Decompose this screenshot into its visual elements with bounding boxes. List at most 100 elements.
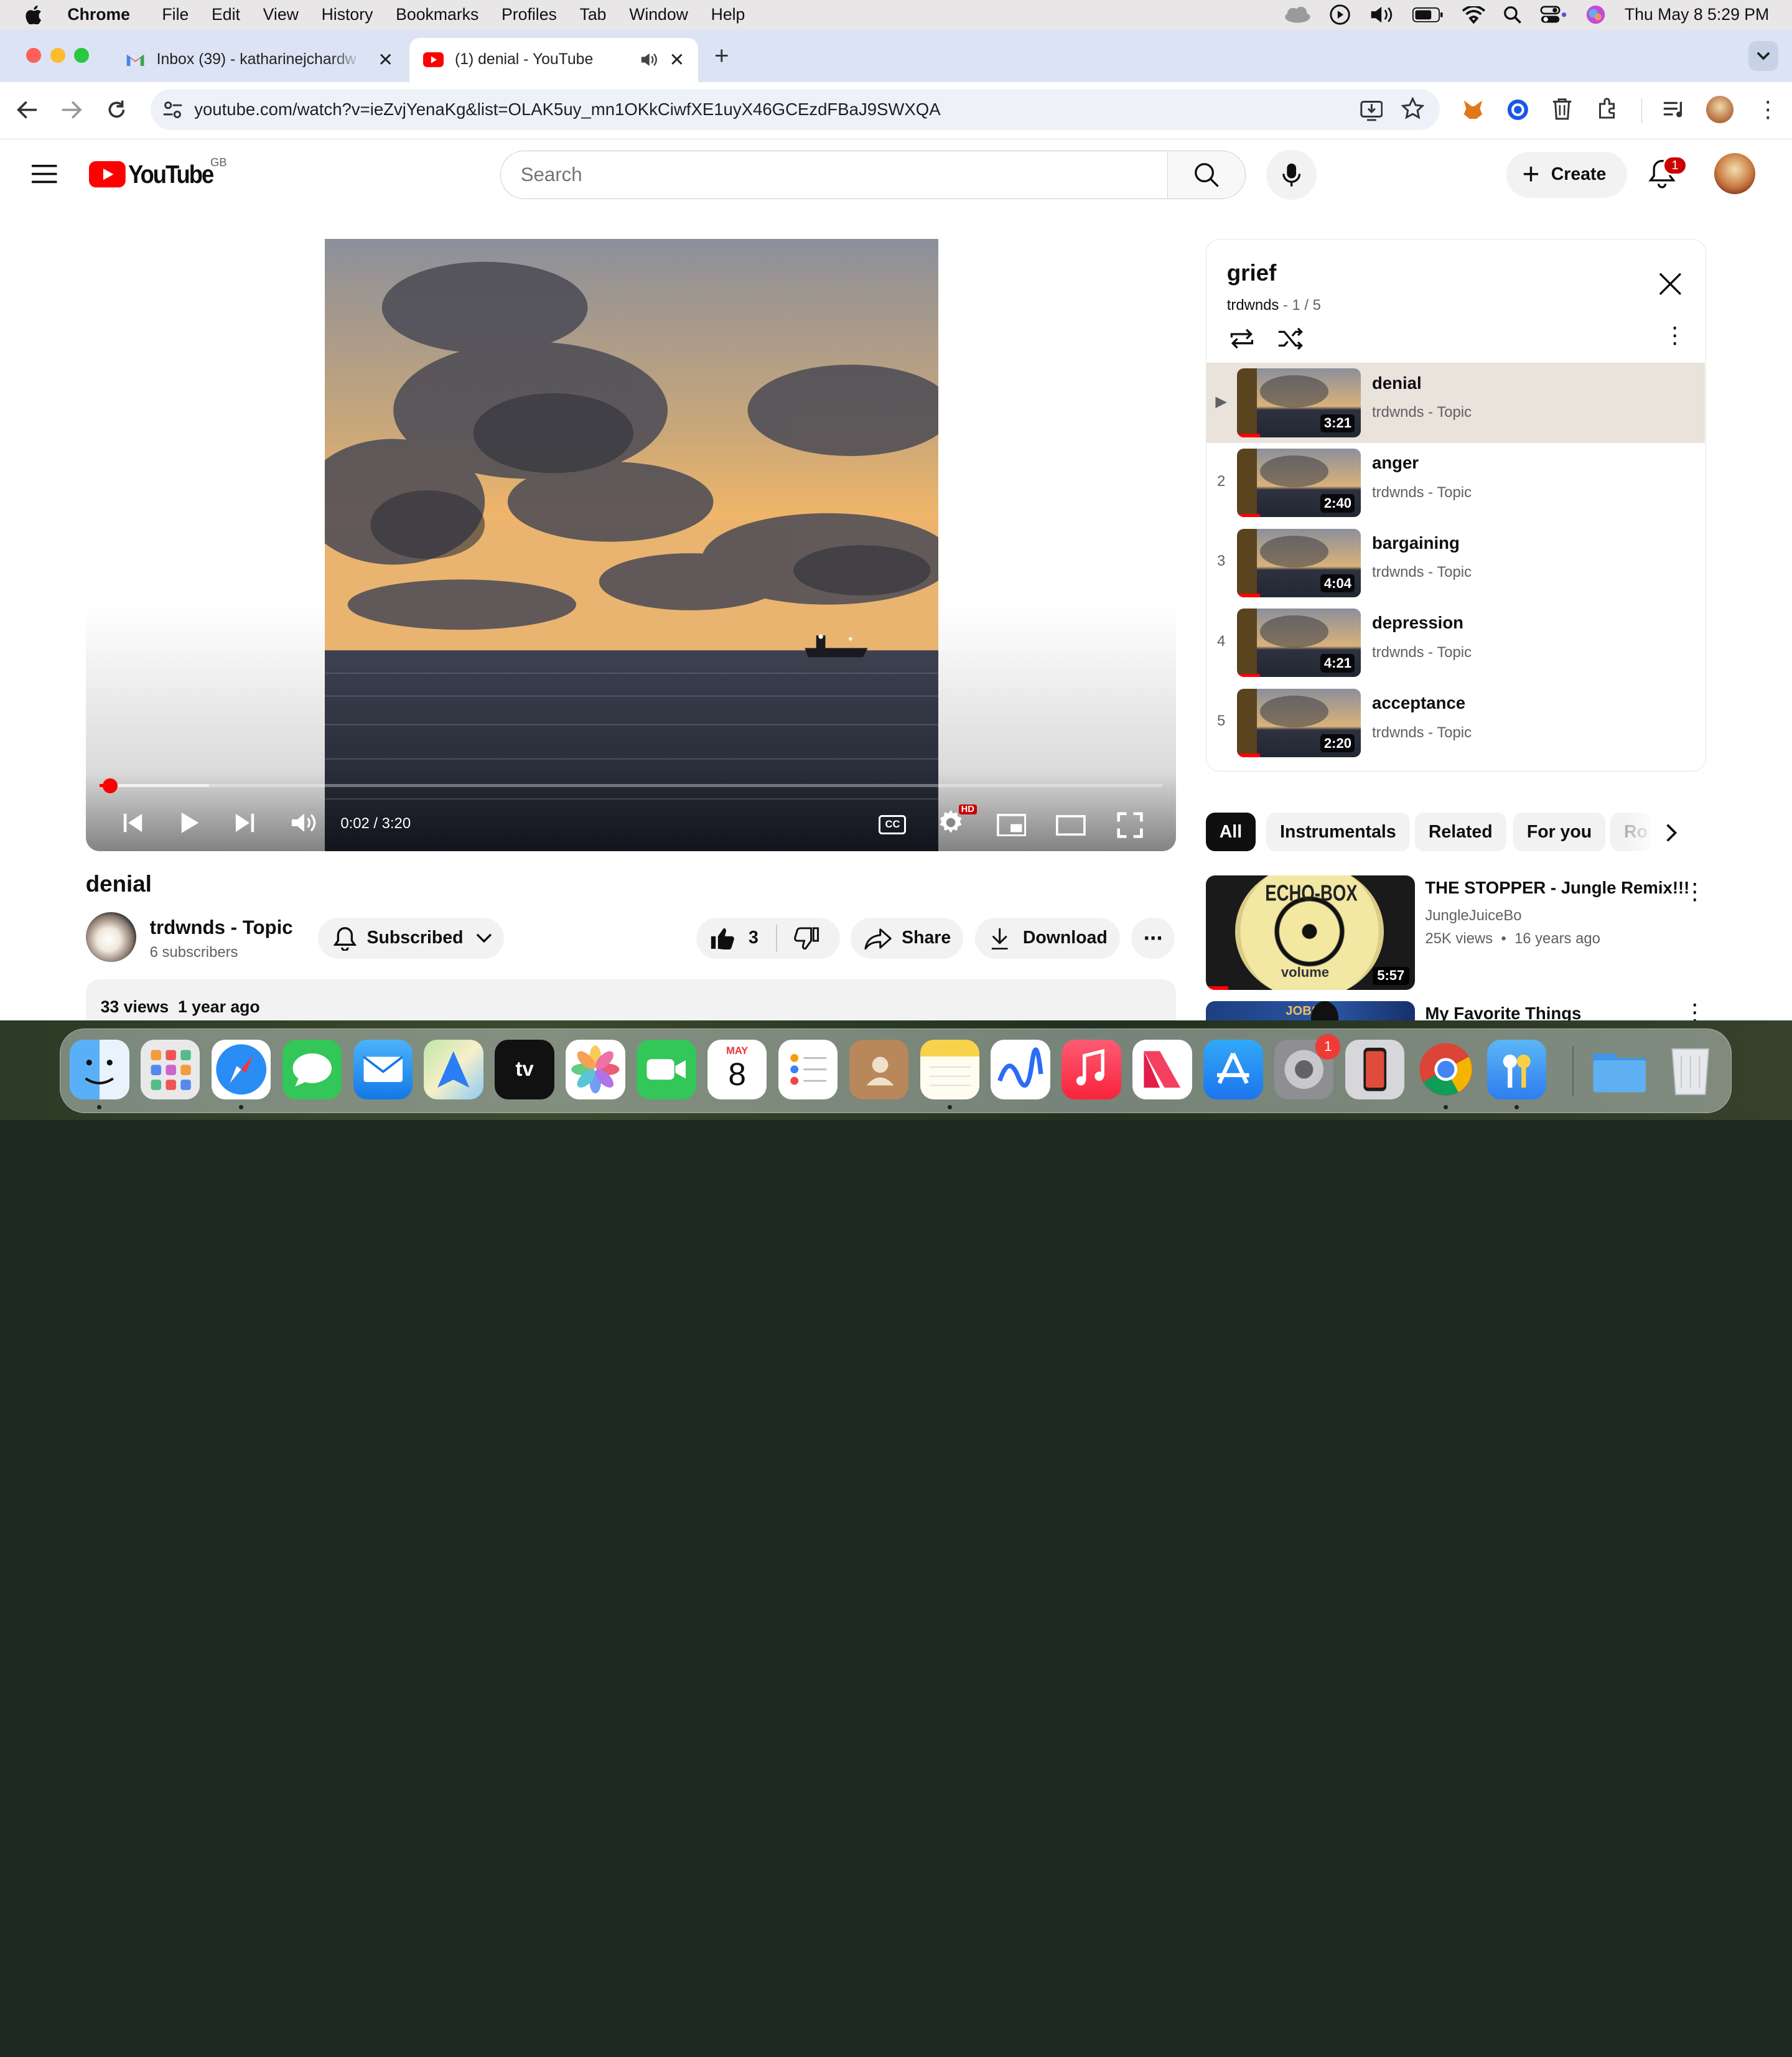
menu-help[interactable]: Help xyxy=(711,5,745,24)
dock-apple-tv[interactable]: tv xyxy=(495,1040,554,1099)
volume-icon[interactable] xyxy=(1369,6,1394,24)
playlist-item-title[interactable]: denial xyxy=(1372,373,1422,393)
dock-safari[interactable] xyxy=(211,1040,271,1099)
apple-icon[interactable] xyxy=(25,5,42,25)
playlist-item-channel[interactable]: trdwnds - Topic xyxy=(1372,564,1472,581)
reload-icon[interactable] xyxy=(105,98,128,121)
trash-extension-icon[interactable] xyxy=(1552,97,1572,120)
video-frame[interactable] xyxy=(324,238,938,852)
recommendation-channel[interactable]: JungleJuiceBo xyxy=(1425,907,1521,925)
chips-next-button[interactable] xyxy=(1665,823,1679,843)
description-box[interactable]: 33 views 1 year ago xyxy=(85,979,1176,1021)
forward-icon[interactable] xyxy=(60,100,83,120)
create-button[interactable]: + Create xyxy=(1506,152,1628,198)
now-playing-icon[interactable] xyxy=(1330,4,1350,26)
dock-reminders[interactable] xyxy=(778,1040,838,1099)
playlist-item[interactable]: 2 2:40 anger trdwnds - Topic xyxy=(1206,443,1705,523)
extensions-puzzle-icon[interactable] xyxy=(1597,97,1620,120)
playlist-item-thumbnail[interactable]: 3:21 xyxy=(1237,368,1361,437)
menu-view[interactable]: View xyxy=(263,5,299,24)
zoom-window-button[interactable] xyxy=(74,48,90,63)
close-tab-icon[interactable]: ✕ xyxy=(670,49,685,71)
install-app-icon[interactable] xyxy=(1360,98,1383,121)
playlist-item[interactable]: 5 2:20 acceptance trdwnds - Topic xyxy=(1206,683,1705,763)
playlist-item-channel[interactable]: trdwnds - Topic xyxy=(1372,724,1472,742)
playlist-item-title[interactable]: acceptance xyxy=(1372,693,1465,713)
dock-chrome[interactable] xyxy=(1416,1040,1476,1099)
fullscreen-button[interactable] xyxy=(1116,811,1144,839)
menu-edit[interactable]: Edit xyxy=(212,5,240,24)
dock-photos[interactable] xyxy=(566,1040,625,1099)
youtube-logo[interactable]: YouTube GB xyxy=(89,156,226,189)
playlist-item-channel[interactable]: trdwnds - Topic xyxy=(1372,484,1472,501)
dock-app-store[interactable] xyxy=(1203,1040,1263,1099)
menu-tab[interactable]: Tab xyxy=(580,5,607,24)
url-text[interactable]: youtube.com/watch?v=ieZvjYenaKg&list=OLA… xyxy=(194,100,940,119)
play-button[interactable] xyxy=(179,811,200,834)
metamask-extension-icon[interactable] xyxy=(1462,98,1485,121)
siri-icon[interactable] xyxy=(1585,4,1606,25)
playlist-item[interactable]: ▶ 3:21 denial trdwnds - Topic xyxy=(1206,363,1705,443)
extension-circle-icon[interactable] xyxy=(1506,98,1529,121)
close-playlist-button[interactable] xyxy=(1659,273,1682,296)
playlist-item-title[interactable]: bargaining xyxy=(1372,533,1460,553)
recommendation-item[interactable]: JOBS My Favorite Things ⋮ xyxy=(1205,999,1706,1021)
dock-passwords[interactable] xyxy=(1486,1040,1547,1099)
menu-hamburger-icon[interactable] xyxy=(32,164,57,184)
search-button[interactable] xyxy=(1167,151,1245,198)
profile-avatar[interactable] xyxy=(1706,96,1734,124)
like-button[interactable]: 3 xyxy=(696,927,777,950)
media-control-icon[interactable] xyxy=(1663,100,1686,120)
back-icon[interactable] xyxy=(16,100,39,120)
progress-bar[interactable] xyxy=(99,778,1162,793)
account-avatar[interactable] xyxy=(1714,153,1756,195)
share-button[interactable]: Share xyxy=(850,917,964,959)
playlist-item[interactable]: 3 4:04 bargaining trdwnds - Topic xyxy=(1206,523,1705,603)
recommendation-thumbnail[interactable]: ECHO-BOX volume 5:57 xyxy=(1205,875,1415,990)
playlist-menu-icon[interactable]: ⋮ xyxy=(1663,322,1686,348)
search-input[interactable] xyxy=(501,151,1168,198)
playlist-item[interactable]: 4 4:21 depression trdwnds - Topic xyxy=(1206,603,1705,683)
chip-instrumentals[interactable]: Instrumentals xyxy=(1266,812,1410,852)
recommendation-menu-icon[interactable]: ⋮ xyxy=(1683,878,1706,905)
chip-all[interactable]: All xyxy=(1205,812,1256,852)
close-tab-icon[interactable]: ✕ xyxy=(378,49,393,71)
chip-for-you[interactable]: For you xyxy=(1513,812,1606,852)
channel-name[interactable]: trdwnds - Topic xyxy=(150,917,293,939)
dock-music[interactable] xyxy=(1062,1040,1121,1099)
menu-history[interactable]: History xyxy=(322,5,373,24)
dock-maps[interactable] xyxy=(424,1040,483,1099)
dock-freeform[interactable] xyxy=(991,1040,1050,1099)
playlist-channel[interactable]: trdwnds xyxy=(1227,297,1279,314)
dock-trash[interactable] xyxy=(1661,1040,1720,1099)
dock-launchpad[interactable] xyxy=(140,1040,200,1099)
menu-file[interactable]: File xyxy=(162,5,189,24)
bookmark-star-icon[interactable] xyxy=(1401,97,1424,120)
dock-facetime[interactable] xyxy=(637,1040,696,1099)
playlist-item-thumbnail[interactable]: 4:04 xyxy=(1237,528,1361,597)
progress-scrubber[interactable] xyxy=(102,778,118,793)
wifi-icon[interactable] xyxy=(1462,6,1485,24)
dock-finder[interactable] xyxy=(70,1040,129,1099)
chip-related[interactable]: Related xyxy=(1414,812,1506,852)
spotlight-search-icon[interactable] xyxy=(1503,6,1522,24)
battery-icon[interactable] xyxy=(1412,7,1444,23)
minimize-window-button[interactable] xyxy=(50,48,65,63)
recommendation-thumbnail[interactable]: JOBS xyxy=(1205,1001,1415,1021)
menubar-app-name[interactable]: Chrome xyxy=(67,5,130,24)
menu-profiles[interactable]: Profiles xyxy=(502,5,557,24)
recommendation-title[interactable]: THE STOPPER - Jungle Remix!!! xyxy=(1425,878,1689,898)
subscribed-button[interactable]: Subscribed xyxy=(317,917,504,959)
close-window-button[interactable] xyxy=(26,48,42,63)
recommendation-title[interactable]: My Favorite Things xyxy=(1425,1004,1581,1021)
control-center-icon[interactable] xyxy=(1540,6,1567,24)
tab-search-icon[interactable] xyxy=(1748,41,1778,71)
loop-button[interactable] xyxy=(1227,327,1257,350)
dock-downloads-folder[interactable] xyxy=(1590,1040,1650,1099)
playlist-item-thumbnail[interactable]: 2:40 xyxy=(1237,448,1361,518)
previous-button[interactable] xyxy=(123,813,143,833)
dock-notes[interactable] xyxy=(920,1040,980,1099)
mute-button[interactable] xyxy=(291,811,318,834)
channel-avatar[interactable] xyxy=(85,912,136,963)
chrome-menu-icon[interactable]: ⋮ xyxy=(1757,96,1780,123)
